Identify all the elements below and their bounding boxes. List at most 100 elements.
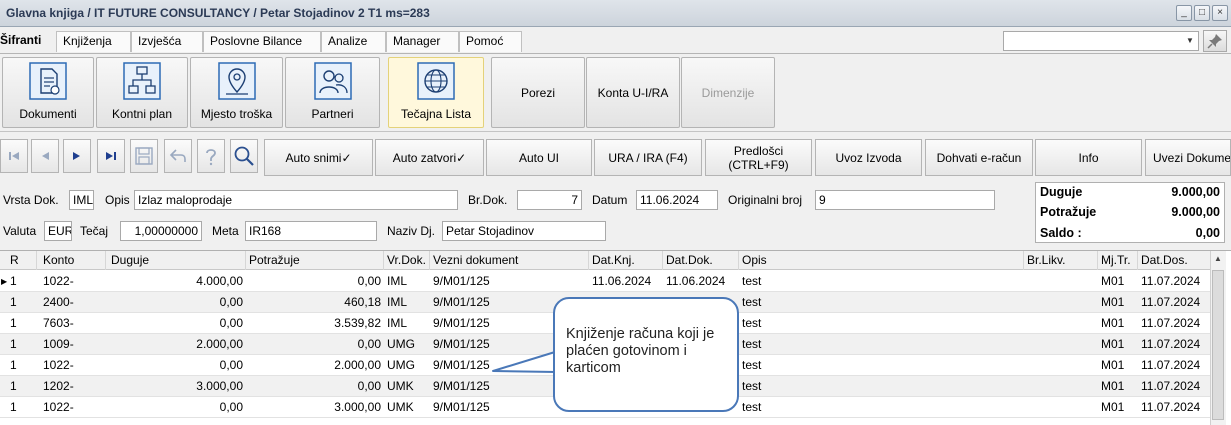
help-button[interactable] xyxy=(197,139,225,173)
cell-mj-tr[interactable]: M01 xyxy=(1098,292,1138,313)
cell-dat-dos[interactable]: 11.07.2024 xyxy=(1138,292,1210,313)
opis-field[interactable]: Izlaz maloprodaje xyxy=(134,190,458,210)
cell-konto[interactable]: 1022- xyxy=(40,271,106,292)
cell-konto[interactable]: 1202- xyxy=(40,376,106,397)
search-combo[interactable]: ▼ xyxy=(1003,31,1199,51)
meta-field[interactable]: IR168 xyxy=(245,221,377,241)
cell-dat-dok[interactable]: 11.06.2024 xyxy=(663,271,739,292)
tab-analize[interactable]: Analize xyxy=(321,31,386,52)
cell-dat-knj[interactable]: 11.06.2024 xyxy=(589,271,663,292)
cell-vr-dok[interactable]: UMG xyxy=(384,355,430,376)
cell-potrazuje[interactable]: 0,00 xyxy=(246,376,384,397)
col-potrazuje[interactable]: Potražuje xyxy=(246,251,384,270)
cell-vr-dok[interactable]: UMK xyxy=(384,376,430,397)
uvoz-izvoda-button[interactable]: Uvoz Izvoda xyxy=(815,139,922,176)
scroll-up-icon[interactable]: ▲ xyxy=(1212,253,1224,265)
minimize-button[interactable]: _ xyxy=(1176,5,1192,21)
cell-potrazuje[interactable]: 0,00 xyxy=(246,271,384,292)
search-button[interactable] xyxy=(230,139,258,173)
cell-r[interactable]: 1 xyxy=(7,313,37,334)
cell-konto[interactable]: 1009- xyxy=(40,334,106,355)
cell-r[interactable]: 1 xyxy=(7,334,37,355)
cell-dat-dos[interactable]: 11.07.2024 xyxy=(1138,355,1210,376)
uvezi-dokument-button[interactable]: Uvezi Dokume xyxy=(1145,139,1231,176)
br-dok-field[interactable]: 7 xyxy=(517,190,582,210)
cell-br-likv[interactable] xyxy=(1024,334,1098,355)
cell-duguje[interactable]: 0,00 xyxy=(108,397,246,418)
porezi-button[interactable]: Porezi xyxy=(491,57,585,128)
dimenzije-button[interactable]: Dimenzije xyxy=(681,57,775,128)
tab-pomoc[interactable]: Pomoć xyxy=(459,31,522,52)
tecajna-lista-button[interactable]: Tečajna Lista xyxy=(388,57,484,128)
cell-mj-tr[interactable]: M01 xyxy=(1098,334,1138,355)
cell-potrazuje[interactable]: 460,18 xyxy=(246,292,384,313)
col-br-likv[interactable]: Br.Likv. xyxy=(1024,251,1098,270)
cell-br-likv[interactable] xyxy=(1024,355,1098,376)
kontni-plan-button[interactable]: Kontni plan xyxy=(96,57,188,128)
close-button[interactable]: × xyxy=(1212,5,1228,21)
cell-konto[interactable]: 1022- xyxy=(40,355,106,376)
col-vr-dok[interactable]: Vr.Dok. xyxy=(384,251,430,270)
col-dat-dos[interactable]: Dat.Dos. xyxy=(1138,251,1210,270)
prev-record-button[interactable] xyxy=(31,139,59,173)
cell-opis[interactable]: test xyxy=(739,271,1024,292)
pin-icon[interactable] xyxy=(1203,30,1227,52)
first-record-button[interactable] xyxy=(0,139,28,173)
cell-br-likv[interactable] xyxy=(1024,376,1098,397)
cell-potrazuje[interactable]: 0,00 xyxy=(246,334,384,355)
cell-dat-dos[interactable]: 11.07.2024 xyxy=(1138,313,1210,334)
auto-zatvori-button[interactable]: Auto zatvori✓ xyxy=(375,139,484,176)
partneri-button[interactable]: Partneri xyxy=(285,57,380,128)
next-record-button[interactable] xyxy=(63,139,91,173)
chevron-down-icon[interactable]: ▼ xyxy=(1184,34,1196,48)
cell-potrazuje[interactable]: 3.000,00 xyxy=(246,397,384,418)
cell-opis[interactable]: test xyxy=(739,292,1024,313)
cell-potrazuje[interactable]: 3.539,82 xyxy=(246,313,384,334)
cell-konto[interactable]: 1022- xyxy=(40,397,106,418)
cell-br-likv[interactable] xyxy=(1024,271,1098,292)
col-konto[interactable]: Konto xyxy=(40,251,106,270)
col-opis[interactable]: Opis xyxy=(739,251,1024,270)
cell-vr-dok[interactable]: IML xyxy=(384,292,430,313)
cell-br-likv[interactable] xyxy=(1024,397,1098,418)
cell-duguje[interactable]: 0,00 xyxy=(108,292,246,313)
tab-sifranti[interactable]: Šifranti xyxy=(0,31,56,52)
cell-duguje[interactable]: 2.000,00 xyxy=(108,334,246,355)
cell-dat-dos[interactable]: 11.07.2024 xyxy=(1138,271,1210,292)
cell-opis[interactable]: test xyxy=(739,334,1024,355)
cell-vr-dok[interactable]: UMK xyxy=(384,397,430,418)
valuta-field[interactable]: EUR xyxy=(44,221,72,241)
konta-ui-ra-button[interactable]: Konta U-I/RA xyxy=(586,57,680,128)
last-record-button[interactable] xyxy=(97,139,125,173)
col-vezni-dokument[interactable]: Vezni dokument xyxy=(430,251,589,270)
vrsta-dok-field[interactable]: IML xyxy=(69,190,94,210)
cell-duguje[interactable]: 3.000,00 xyxy=(108,376,246,397)
cell-r[interactable]: 1 xyxy=(7,271,37,292)
naziv-dj-field[interactable]: Petar Stojadinov xyxy=(442,221,606,241)
col-dat-knj[interactable]: Dat.Knj. xyxy=(589,251,663,270)
auto-snimi-button[interactable]: Auto snimi✓ xyxy=(264,139,373,176)
cell-mj-tr[interactable]: M01 xyxy=(1098,397,1138,418)
dohvati-e-racun-button[interactable]: Dohvati e-račun xyxy=(925,139,1033,176)
cell-dat-dos[interactable]: 11.07.2024 xyxy=(1138,334,1210,355)
predlosci-button[interactable]: Predlošci (CTRL+F9) xyxy=(705,139,812,176)
auto-ui-button[interactable]: Auto UI xyxy=(486,139,592,176)
cell-opis[interactable]: test xyxy=(739,376,1024,397)
cell-duguje[interactable]: 0,00 xyxy=(108,313,246,334)
col-mj-tr[interactable]: Mj.Tr. xyxy=(1098,251,1138,270)
cell-r[interactable]: 1 xyxy=(7,397,37,418)
cell-potrazuje[interactable]: 2.000,00 xyxy=(246,355,384,376)
datum-field[interactable]: 11.06.2024 xyxy=(636,190,718,210)
tab-izvjesca[interactable]: Izvješća xyxy=(131,31,203,52)
cell-r[interactable]: 1 xyxy=(7,292,37,313)
cell-vr-dok[interactable]: IML xyxy=(384,271,430,292)
col-duguje[interactable]: Duguje xyxy=(108,251,246,270)
scrollbar-thumb[interactable] xyxy=(1212,270,1224,420)
cell-mj-tr[interactable]: M01 xyxy=(1098,355,1138,376)
cell-mj-tr[interactable]: M01 xyxy=(1098,313,1138,334)
cell-mj-tr[interactable]: M01 xyxy=(1098,376,1138,397)
tecaj-field[interactable]: 1,00000000 xyxy=(120,221,202,241)
tab-poslovne-bilance[interactable]: Poslovne Bilance xyxy=(203,31,321,52)
originalni-broj-field[interactable]: 9 xyxy=(815,190,995,210)
cell-dat-dos[interactable]: 11.07.2024 xyxy=(1138,376,1210,397)
